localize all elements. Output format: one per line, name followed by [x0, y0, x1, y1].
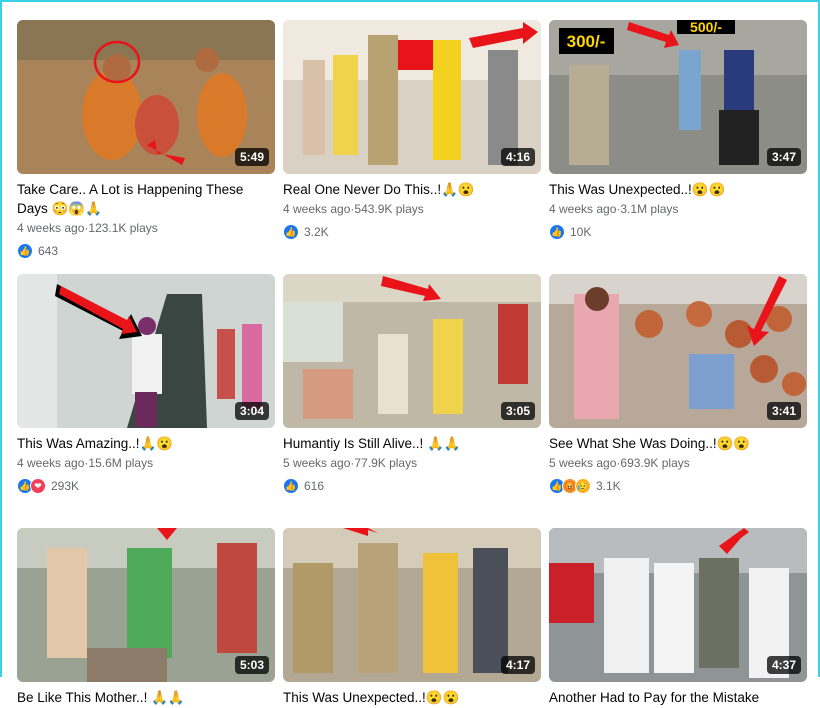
video-card[interactable]: 4:16 Real One Never Do This..!🙏😮 4 weeks a… — [283, 20, 541, 274]
svg-text:500/-: 500/- — [690, 20, 722, 35]
video-title[interactable]: Humantiy Is Still Alive..! 🙏🙏 — [283, 434, 541, 453]
video-meta: 4 weeks ago·15.6M plays — [17, 455, 275, 471]
reaction-summary[interactable]: 👍 643 — [17, 242, 275, 260]
like-reaction-icon: 👍 — [549, 224, 565, 240]
video-thumbnail[interactable]: 3:05 — [283, 274, 541, 428]
video-grid: 5:49 Take Care.. A Lot is Happening These… — [17, 20, 807, 708]
reaction-count: 293K — [51, 479, 80, 493]
video-thumbnail[interactable]: 4:16 — [283, 20, 541, 174]
reaction-summary[interactable]: 👍 3.2K — [283, 223, 541, 241]
video-age: 4 weeks ago — [17, 456, 85, 470]
video-age: 4 weeks ago — [283, 202, 351, 216]
reaction-summary[interactable]: 👍 10K — [549, 223, 807, 241]
video-age: 4 weeks ago — [549, 202, 617, 216]
video-plays: 123.1K plays — [88, 221, 158, 235]
video-meta: 4 weeks ago·123.1K plays — [17, 220, 275, 236]
video-title[interactable]: This Was Unexpected..!😮😮 — [283, 688, 541, 707]
like-reaction-icon: 👍 — [17, 243, 33, 259]
video-card[interactable]: 3:41 See What She Was Doing..!😮😮 5 weeks a… — [549, 274, 807, 528]
video-title[interactable]: This Was Unexpected..!😮😮 — [549, 180, 807, 199]
video-card[interactable]: 5:03 Be Like This Mother..! 🙏🙏 — [17, 528, 275, 708]
video-plays: 3.1M plays — [620, 202, 679, 216]
video-duration: 3:47 — [766, 148, 801, 166]
video-duration: 4:17 — [500, 656, 535, 674]
svg-text:300/-: 300/- — [567, 32, 606, 51]
reaction-summary[interactable]: 👍 ❤ 293K — [17, 477, 275, 495]
video-title[interactable]: Take Care.. A Lot is Happening These Day… — [17, 180, 275, 218]
video-card[interactable]: 4:17 This Was Unexpected..!😮😮 — [283, 528, 541, 708]
video-thumbnail[interactable]: 4:17 — [283, 528, 541, 682]
like-reaction-icon: 👍 — [283, 224, 299, 240]
video-card[interactable]: 300/- 500/- 3:47 This Was Unexpected..!😮😮… — [549, 20, 807, 274]
video-title[interactable]: Another Had to Pay for the Mistake — [549, 688, 807, 707]
video-meta: 4 weeks ago·543.9K plays — [283, 201, 541, 217]
video-plays: 15.6M plays — [88, 456, 154, 470]
video-plays: 693.9K plays — [620, 456, 690, 470]
video-card[interactable]: 3:05 Humantiy Is Still Alive..! 🙏🙏 5 weeks… — [283, 274, 541, 528]
video-card[interactable]: 3:04 This Was Amazing..!🙏😮 4 weeks ago·15.… — [17, 274, 275, 528]
video-thumbnail[interactable]: 5:49 — [17, 20, 275, 174]
like-reaction-icon: 👍 — [283, 478, 299, 494]
video-thumbnail[interactable]: 4:37 — [549, 528, 807, 682]
video-plays: 77.9K plays — [354, 456, 418, 470]
video-card[interactable]: 4:37 Another Had to Pay for the Mistake — [549, 528, 807, 708]
video-duration: 3:04 — [234, 402, 269, 420]
reaction-count: 3.1K — [596, 479, 621, 493]
reaction-count: 10K — [570, 225, 592, 239]
video-card[interactable]: 5:49 Take Care.. A Lot is Happening These… — [17, 20, 275, 274]
love-reaction-icon: ❤ — [30, 478, 46, 494]
video-thumbnail[interactable]: 3:41 — [549, 274, 807, 428]
video-duration: 3:41 — [766, 402, 801, 420]
video-thumbnail[interactable]: 5:03 — [17, 528, 275, 682]
reaction-summary[interactable]: 👍 😡 😥 3.1K — [549, 477, 807, 495]
video-plays: 543.9K plays — [354, 202, 424, 216]
sad-reaction-icon: 😥 — [575, 478, 591, 494]
video-title[interactable]: See What She Was Doing..!😮😮 — [549, 434, 807, 453]
video-age: 5 weeks ago — [549, 456, 617, 470]
video-title[interactable]: Real One Never Do This..!🙏😮 — [283, 180, 541, 199]
video-title[interactable]: Be Like This Mother..! 🙏🙏 — [17, 688, 275, 707]
video-duration: 5:03 — [234, 656, 269, 674]
video-meta: 5 weeks ago·693.9K plays — [549, 455, 807, 471]
video-thumbnail[interactable]: 300/- 500/- 3:47 — [549, 20, 807, 174]
video-duration: 4:37 — [766, 656, 801, 674]
reaction-count: 643 — [38, 244, 59, 258]
reaction-count: 3.2K — [304, 225, 329, 239]
video-meta: 5 weeks ago·77.9K plays — [283, 455, 541, 471]
video-thumbnail[interactable]: 3:04 — [17, 274, 275, 428]
reaction-count: 616 — [304, 479, 325, 493]
reaction-summary[interactable]: 👍 616 — [283, 477, 541, 495]
video-duration: 3:05 — [500, 402, 535, 420]
video-meta: 4 weeks ago·3.1M plays — [549, 201, 807, 217]
video-age: 4 weeks ago — [17, 221, 85, 235]
video-title[interactable]: This Was Amazing..!🙏😮 — [17, 434, 275, 453]
video-duration: 5:49 — [234, 148, 269, 166]
video-age: 5 weeks ago — [283, 456, 351, 470]
video-duration: 4:16 — [500, 148, 535, 166]
